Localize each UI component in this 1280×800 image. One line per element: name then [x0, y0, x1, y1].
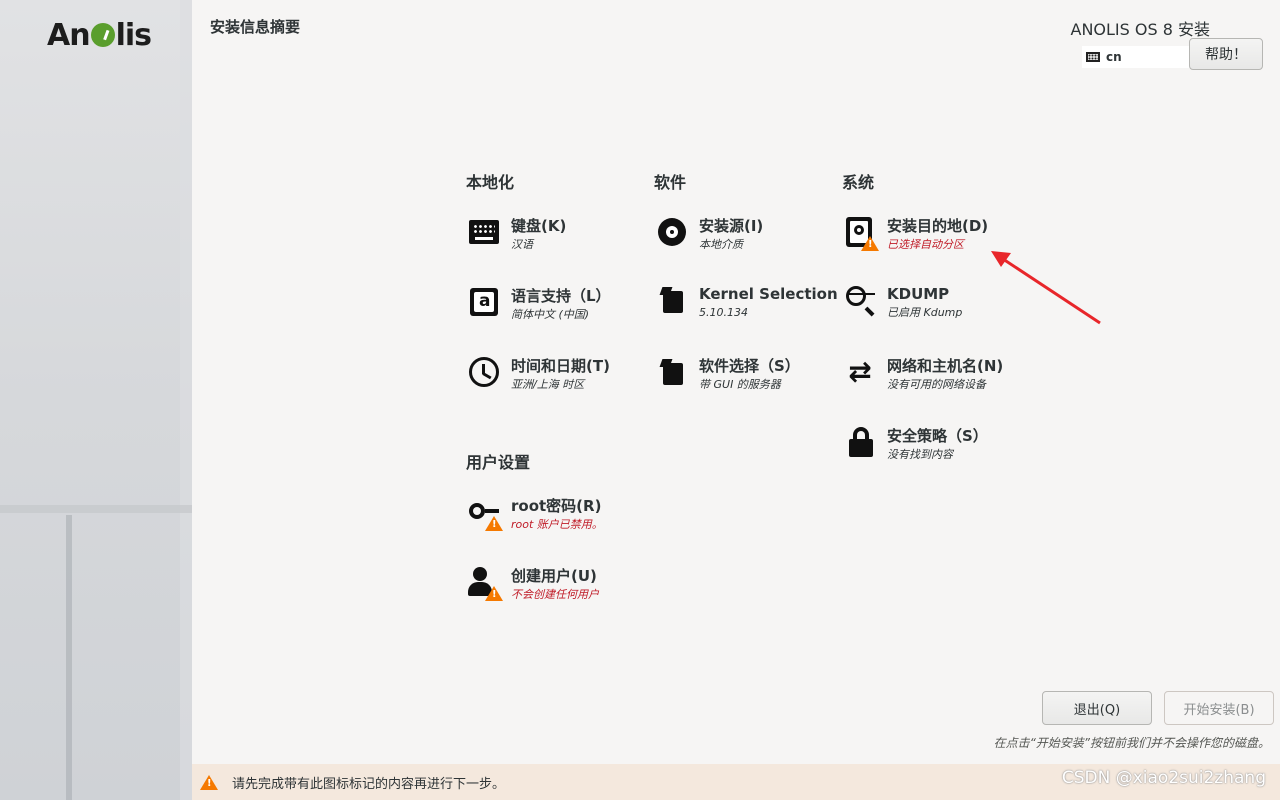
spoke-kernel-selection[interactable]: Kernel Selection 5.10.134 — [655, 283, 838, 321]
spoke-title: 安装目的地(D) — [887, 217, 989, 235]
spoke-installation-source[interactable]: 安装源(I) 本地介质 — [655, 215, 835, 253]
spoke-status: 没有可用的网络设备 — [887, 378, 986, 391]
anolis-logo: An lis — [47, 18, 152, 53]
warning-icon — [861, 236, 879, 251]
package-icon — [655, 355, 689, 389]
quit-button[interactable]: 退出(Q) — [1042, 691, 1152, 725]
keyboard-layout-label: cn — [1106, 50, 1122, 64]
spoke-language-support[interactable]: 语言支持（L） 简体中文 (中国) — [467, 285, 647, 323]
spoke-status: 汉语 — [511, 238, 533, 251]
section-heading-software: 软件 — [654, 173, 687, 192]
spoke-title: root密码(R) — [511, 497, 602, 515]
disk-note: 在点击“开始安装”按钮前我们并不会操作您的磁盘。 — [993, 736, 1270, 750]
spoke-network-hostname[interactable]: ⇄ 网络和主机名(N) 没有可用的网络设备 — [843, 355, 1023, 393]
spoke-security-policy[interactable]: 安全策略（S） 没有找到内容 — [843, 425, 1023, 463]
section-heading-system: 系统 — [842, 173, 875, 192]
keyboard-icon — [1086, 52, 1100, 62]
spoke-status: 不会创建任何用户 — [511, 588, 599, 601]
spoke-title: 时间和日期(T) — [511, 357, 610, 375]
user-icon — [467, 565, 503, 601]
spoke-title: KDUMP — [887, 285, 950, 303]
logo-leaf-icon — [90, 23, 115, 47]
page-title: 安装信息摘要 — [210, 18, 301, 36]
spoke-status: 亚洲/上海 时区 — [511, 378, 585, 391]
kdump-search-icon — [843, 283, 877, 317]
keyboard-layout-indicator[interactable]: cn — [1082, 46, 1194, 68]
disc-icon — [655, 215, 689, 249]
spoke-title: 键盘(K) — [511, 217, 567, 235]
spoke-title: 创建用户(U) — [511, 567, 597, 585]
spoke-root-password[interactable]: root密码(R) root 账户已禁用。 — [467, 495, 647, 533]
key-icon — [467, 495, 503, 531]
language-icon — [467, 285, 501, 319]
spoke-status: 5.10.134 — [699, 306, 748, 319]
begin-installation-button[interactable]: 开始安装(B) — [1164, 691, 1274, 725]
spoke-software-selection[interactable]: 软件选择（S） 带 GUI 的服务器 — [655, 355, 835, 393]
network-arrows-icon: ⇄ — [848, 355, 872, 388]
section-heading-user-settings: 用户设置 — [466, 453, 531, 472]
drive-icon — [843, 215, 879, 251]
spoke-title: 软件选择（S） — [699, 357, 800, 375]
warning-text: 请先完成带有此图标标记的内容再进行下一步。 — [232, 776, 506, 792]
sidebar: An lis — [0, 0, 192, 800]
spoke-status: 没有找到内容 — [887, 448, 953, 461]
help-button[interactable]: 帮助！ — [1189, 38, 1263, 70]
warning-icon — [485, 586, 503, 601]
spoke-status: 简体中文 (中国) — [511, 308, 590, 321]
spoke-title: 语言支持（L） — [511, 287, 611, 305]
lock-icon — [843, 425, 877, 459]
warning-icon — [200, 774, 218, 790]
spoke-status: 已启用 Kdump — [887, 306, 963, 319]
spoke-status: root 账户已禁用。 — [511, 518, 603, 531]
spoke-title: Kernel Selection — [699, 285, 838, 303]
spoke-status: 本地介质 — [699, 238, 743, 251]
watermark: CSDN @xiao2sui2zhang — [1061, 768, 1266, 788]
spoke-title: 安装源(I) — [699, 217, 764, 235]
spoke-keyboard[interactable]: 键盘(K) 汉语 — [467, 215, 647, 253]
sidebar-texture — [66, 515, 72, 800]
annotation-arrow — [991, 251, 1101, 325]
product-title: ANOLIS OS 8 安装 — [1070, 20, 1211, 39]
spoke-title: 网络和主机名(N) — [887, 357, 1004, 375]
spoke-status: 已选择自动分区 — [887, 238, 964, 251]
clock-icon — [467, 355, 501, 389]
section-heading-localization: 本地化 — [466, 173, 515, 192]
spoke-create-user[interactable]: 创建用户(U) 不会创建任何用户 — [467, 565, 647, 603]
sidebar-texture — [180, 0, 192, 800]
package-icon — [655, 283, 689, 317]
keyboard-icon — [467, 215, 501, 249]
spoke-status: 带 GUI 的服务器 — [699, 378, 781, 391]
warning-icon — [485, 516, 503, 531]
spoke-time-date[interactable]: 时间和日期(T) 亚洲/上海 时区 — [467, 355, 647, 393]
sidebar-texture — [0, 505, 192, 513]
spoke-title: 安全策略（S） — [887, 427, 988, 445]
